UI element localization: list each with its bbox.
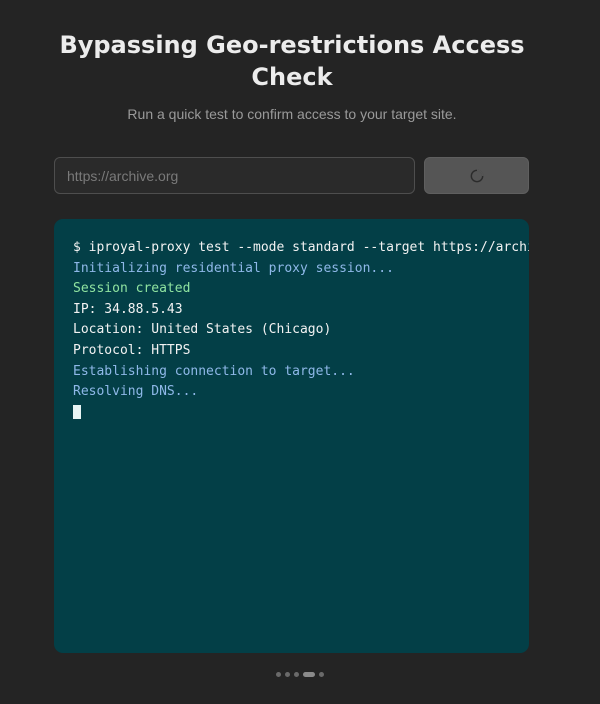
pager-dot[interactable]: [294, 672, 299, 677]
terminal-line: $ iproyal-proxy test --mode standard --t…: [73, 240, 529, 255]
pager-dot[interactable]: [276, 672, 281, 677]
spinner-icon: [470, 169, 483, 182]
terminal-line: Location: United States (Chicago): [73, 322, 332, 338]
terminal-output: $ iproyal-proxy test --mode standard --t…: [54, 219, 529, 653]
run-test-button[interactable]: [424, 157, 529, 194]
terminal-lines: $ iproyal-proxy test --mode standard --t…: [73, 238, 529, 423]
target-url-input[interactable]: [54, 157, 415, 194]
pager-dot[interactable]: [303, 672, 315, 677]
terminal-line: Initializing residential proxy session..…: [73, 260, 394, 276]
terminal-cursor: [73, 405, 81, 420]
access-check-page: Bypassing Geo-restrictions Access Check …: [0, 0, 600, 704]
pager-dot[interactable]: [319, 672, 324, 677]
page-subtitle: Run a quick test to confirm access to yo…: [127, 106, 457, 122]
terminal-cursor-line: [73, 403, 529, 424]
terminal-line: IP: 34.88.5.43: [73, 301, 183, 317]
page-title: Bypassing Geo-restrictions Access Check: [59, 31, 525, 91]
terminal-line: Protocol: HTTPS: [73, 342, 191, 358]
pagination-dots: [0, 672, 600, 677]
pager-dot[interactable]: [285, 672, 290, 677]
terminal-line: Session created: [73, 281, 191, 297]
terminal-line: Resolving DNS...: [73, 384, 199, 400]
terminal-line: Establishing connection to target...: [73, 363, 355, 379]
